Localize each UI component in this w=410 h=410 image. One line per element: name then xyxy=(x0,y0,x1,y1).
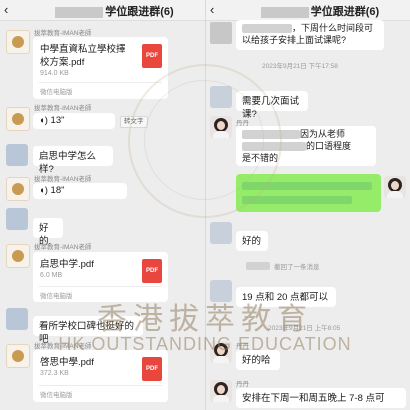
blurred-text xyxy=(242,24,292,34)
file-size: 372.3 KB xyxy=(40,370,69,377)
blurred-title-prefix xyxy=(260,6,309,18)
blurred-text xyxy=(242,196,352,204)
chat-pane-left: ‹ 学位跟进群(6) 拔萃教育-IMAN老師 中學直資私立學校擇校方案.pdf … xyxy=(0,0,205,410)
pdf-icon: PDF xyxy=(142,44,162,68)
text-message[interactable]: ，下周什么时间段可以给孩子安排上面试课呢? xyxy=(236,20,384,50)
sender-name: 丹丹 xyxy=(236,343,249,350)
file-message[interactable]: 啓思中學.pdf 372.3 KB PDF 微信电脑版 xyxy=(33,350,168,402)
blurred-text xyxy=(242,142,306,152)
recall-notice: 撤回了一条消息 xyxy=(274,264,320,271)
pdf-icon: PDF xyxy=(142,357,162,381)
avatar-parent[interactable] xyxy=(210,222,232,244)
file-divider xyxy=(39,82,162,83)
chat-header: ‹ 学位跟进群(6) xyxy=(0,0,205,21)
text-message[interactable]: 好的 xyxy=(236,231,268,251)
avatar-blurred xyxy=(210,22,232,44)
text-message[interactable]: 好的. xyxy=(33,218,63,247)
avatar-iman[interactable] xyxy=(6,344,30,368)
sender-name: 拔萃教育-IMAN老師 xyxy=(34,343,92,350)
avatar-parent[interactable] xyxy=(210,86,232,108)
message-text: 是不错的 xyxy=(242,153,279,163)
timestamp: 2023年9月21日 上午8:05 xyxy=(268,325,341,332)
avatar-iman[interactable] xyxy=(6,30,30,54)
file-source: 微信电脑版 xyxy=(40,392,73,399)
avatar-iman[interactable] xyxy=(6,177,30,201)
text-message[interactable]: 需要几次面试课? xyxy=(236,91,308,120)
avatar-dandan[interactable] xyxy=(210,116,232,138)
text-message[interactable]: 启思中学怎么样? xyxy=(33,146,113,175)
chat-header: ‹ 学位跟进群(6) xyxy=(206,0,410,21)
avatar-parent[interactable] xyxy=(6,208,28,230)
voice-duration: 18" xyxy=(50,185,65,196)
chat-pane-right: ‹ 学位跟进群(6) ，下周什么时间段可以给孩子安排上面试课呢? 2023年9月… xyxy=(206,0,410,410)
sender-name: 拔萃教育-IMAN老師 xyxy=(34,244,92,251)
chat-title-text: 学位跟进群(6) xyxy=(310,6,380,18)
file-name: 中學直資私立學校擇校方案.pdf xyxy=(40,44,126,68)
file-size: 914.0 KB xyxy=(40,70,69,77)
avatar-iman[interactable] xyxy=(6,107,30,131)
voice-wave-icon: ◖) xyxy=(39,185,48,196)
sender-name: 拔萃教育-IMAN老師 xyxy=(34,176,92,183)
blurred-text xyxy=(242,182,372,190)
file-source: 微信电脑版 xyxy=(40,89,73,96)
sender-name: 丹丹 xyxy=(236,381,249,388)
back-arrow-icon[interactable]: ‹ xyxy=(4,2,8,17)
blurred-name xyxy=(246,262,270,270)
sender-name: 拔萃教育-IMAN老師 xyxy=(34,30,92,37)
avatar-dandan[interactable] xyxy=(210,341,232,363)
blurred-text xyxy=(242,130,300,140)
chat-title: 学位跟进群(6) xyxy=(234,3,406,19)
avatar-self[interactable] xyxy=(384,176,406,198)
file-source: 微信电脑版 xyxy=(40,293,73,300)
voice-message[interactable]: ◖) 18" xyxy=(33,183,127,199)
voice-duration: 13" xyxy=(50,115,65,126)
avatar-iman[interactable] xyxy=(6,244,30,268)
message-text: 的口语程度 xyxy=(306,141,352,151)
blurred-title-prefix xyxy=(55,6,104,18)
timestamp: 2023年9月21日 下午17:58 xyxy=(262,63,338,70)
file-name: 启思中学.pdf xyxy=(40,259,94,270)
avatar-parent[interactable] xyxy=(6,144,28,166)
sender-name: 拔萃教育-IMAN老師 xyxy=(34,105,92,112)
file-message[interactable]: 中學直資私立學校擇校方案.pdf 914.0 KB PDF 微信电脑版 xyxy=(33,37,168,99)
file-size: 6.0 MB xyxy=(40,272,63,279)
message-text: 因为从老师 xyxy=(300,129,346,139)
own-message-blurred[interactable] xyxy=(236,174,381,212)
back-arrow-icon[interactable]: ‹ xyxy=(210,2,214,17)
chat-title: 学位跟进群(6) xyxy=(28,3,201,19)
file-message[interactable]: 启思中学.pdf 6.0 MB PDF 微信电脑版 xyxy=(33,252,168,302)
avatar-parent[interactable] xyxy=(6,308,28,330)
file-divider xyxy=(39,286,162,287)
file-name: 啓思中學.pdf xyxy=(40,357,94,368)
avatar-parent[interactable] xyxy=(210,280,232,302)
text-message[interactable]: 因为从老师 的口语程度 是不错的 xyxy=(236,126,376,166)
text-message[interactable]: 安排在下周一和周五晚上 7-8 点可 xyxy=(236,388,406,408)
text-message[interactable]: 19 点和 20 点都可以 xyxy=(236,287,336,307)
speech-to-text-button[interactable]: 转文字 xyxy=(120,116,148,128)
file-divider xyxy=(39,385,162,386)
voice-message[interactable]: ◖) 13" xyxy=(33,113,115,129)
pdf-icon: PDF xyxy=(142,259,162,283)
avatar-dandan[interactable] xyxy=(210,380,232,402)
chat-title-text: 学位跟进群(6) xyxy=(105,6,174,18)
text-message[interactable]: 看所学校口碑也挺好的吧 xyxy=(33,316,143,345)
text-message[interactable]: 好的哈 xyxy=(236,350,280,370)
voice-wave-icon: ◖) xyxy=(39,115,48,126)
